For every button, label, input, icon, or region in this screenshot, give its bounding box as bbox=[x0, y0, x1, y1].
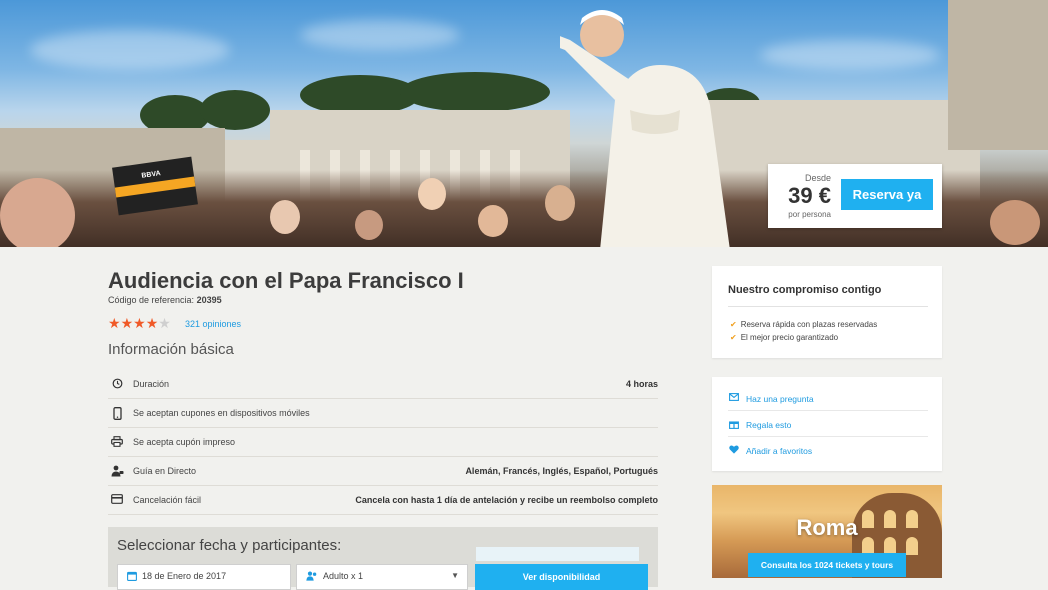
star-icon: ★ bbox=[133, 315, 146, 331]
booking-heading: Seleccionar fecha y participantes: bbox=[117, 537, 342, 554]
info-row-print: Se acepta cupón impreso bbox=[108, 428, 658, 457]
actions-card: Haz una pregunta Regala esto Añadir a fa… bbox=[712, 377, 942, 471]
star-icon: ★ bbox=[145, 315, 159, 331]
people-icon bbox=[306, 571, 318, 583]
promo-city: Roma bbox=[796, 515, 858, 540]
see-tickets-button[interactable]: Consulta los 1024 tickets y tours bbox=[748, 553, 906, 577]
page-title: Audiencia con el Papa Francisco I bbox=[108, 268, 464, 293]
printer-icon bbox=[111, 436, 123, 448]
price-box: Desde 39 € por persona Reserva ya bbox=[768, 164, 942, 228]
info-row-cancel: Cancelación fácil Cancela con hasta 1 dí… bbox=[108, 486, 658, 515]
info-value: Alemán, Francés, Inglés, Español, Portug… bbox=[465, 466, 658, 476]
info-row-duration: Duración 4 horas bbox=[108, 370, 658, 399]
commitment-item-label: Reserva rápida con plazas reservadas bbox=[740, 320, 878, 329]
obelisk bbox=[948, 0, 1048, 150]
cloud bbox=[300, 20, 460, 50]
city-promo[interactable]: Roma Consulta los 1024 tickets y tours bbox=[712, 485, 942, 578]
book-now-button[interactable]: Reserva ya bbox=[841, 179, 933, 210]
basic-info-heading: Información básica bbox=[108, 341, 234, 358]
tree bbox=[200, 90, 270, 130]
card-icon bbox=[111, 494, 123, 506]
info-label: Duración bbox=[133, 379, 170, 389]
action-label: Regala esto bbox=[746, 420, 792, 430]
mobile-icon bbox=[111, 407, 123, 420]
reference-label: Código de referencia: bbox=[108, 295, 195, 305]
action-label: Haz una pregunta bbox=[746, 394, 814, 404]
star-icon: ★ bbox=[108, 315, 121, 331]
crowd-head bbox=[270, 200, 300, 234]
check-availability-button[interactable]: Ver disponibilidad bbox=[475, 564, 648, 590]
crowd-head bbox=[990, 200, 1040, 245]
info-row-guide: Guía en Directo Alemán, Francés, Inglés,… bbox=[108, 457, 658, 486]
pope-figure bbox=[560, 10, 730, 247]
cloud bbox=[30, 30, 230, 70]
commitment-title: Nuestro compromiso contigo bbox=[728, 284, 882, 296]
info-value: 4 horas bbox=[625, 379, 658, 389]
booking-hint-bar bbox=[476, 547, 639, 561]
info-label: Guía en Directo bbox=[133, 466, 197, 476]
flag-text: BBVA bbox=[141, 170, 162, 180]
add-favorites-link[interactable]: Añadir a favoritos bbox=[728, 437, 928, 462]
commitment-card: Nuestro compromiso contigo ✔ Reserva rápi… bbox=[712, 266, 942, 358]
action-label: Añadir a favoritos bbox=[746, 446, 813, 456]
participants-value: Adulto x 1 bbox=[323, 571, 364, 581]
star-icon: ★ bbox=[120, 315, 134, 331]
commitment-item: ✔ Reserva rápida con plazas reservadas bbox=[730, 320, 877, 329]
price-unit: por persona bbox=[788, 210, 831, 219]
price-from-label: Desde bbox=[804, 173, 831, 183]
chevron-down-icon: ▼ bbox=[451, 571, 459, 580]
date-value: 18 de Enero de 2017 bbox=[142, 571, 227, 581]
info-row-mobile: Se aceptan cupones en dispositivos móvil… bbox=[108, 399, 658, 428]
cloud bbox=[760, 40, 940, 70]
reference-value: 20395 bbox=[196, 295, 222, 305]
commitment-item-label: El mejor precio garantizado bbox=[740, 333, 839, 342]
crowd-head bbox=[0, 178, 75, 247]
calendar-icon bbox=[127, 571, 137, 583]
rating-stars: ★★★★★ bbox=[108, 315, 171, 332]
guide-icon bbox=[111, 465, 124, 477]
crowd-head bbox=[418, 178, 446, 210]
opinions-link[interactable]: 321 opiniones bbox=[185, 319, 241, 329]
participants-select[interactable]: Adulto x 1 ▼ bbox=[296, 564, 468, 590]
price-amount: 39 € bbox=[788, 183, 831, 208]
clock-icon bbox=[111, 378, 123, 390]
info-label: Se aceptan cupones en dispositivos móvil… bbox=[133, 408, 310, 418]
info-value: Cancela con hasta 1 día de antelación y … bbox=[355, 495, 658, 505]
crowd-head bbox=[478, 205, 508, 237]
info-label: Cancelación fácil bbox=[133, 495, 202, 505]
commitment-item: ✔ El mejor precio garantizado bbox=[730, 333, 838, 342]
mail-icon bbox=[729, 393, 739, 403]
ask-question-link[interactable]: Haz una pregunta bbox=[728, 385, 928, 411]
info-label: Se acepta cupón impreso bbox=[133, 437, 236, 447]
tree bbox=[400, 72, 550, 112]
info-list: Duración 4 horas Se aceptan cupones en d… bbox=[108, 370, 658, 515]
crowd-head bbox=[355, 210, 383, 240]
date-picker[interactable]: 18 de Enero de 2017 bbox=[117, 564, 291, 590]
divider bbox=[728, 306, 928, 307]
booking-panel: Seleccionar fecha y participantes: 18 de… bbox=[108, 527, 658, 590]
gift-icon bbox=[729, 419, 739, 431]
heart-icon bbox=[729, 445, 739, 456]
reference-code: Código de referencia: 20395 bbox=[108, 295, 222, 305]
star-icon: ★ bbox=[158, 315, 171, 331]
gift-link[interactable]: Regala esto bbox=[728, 411, 928, 437]
check-icon: ✔ bbox=[730, 333, 737, 342]
check-icon: ✔ bbox=[730, 320, 737, 329]
